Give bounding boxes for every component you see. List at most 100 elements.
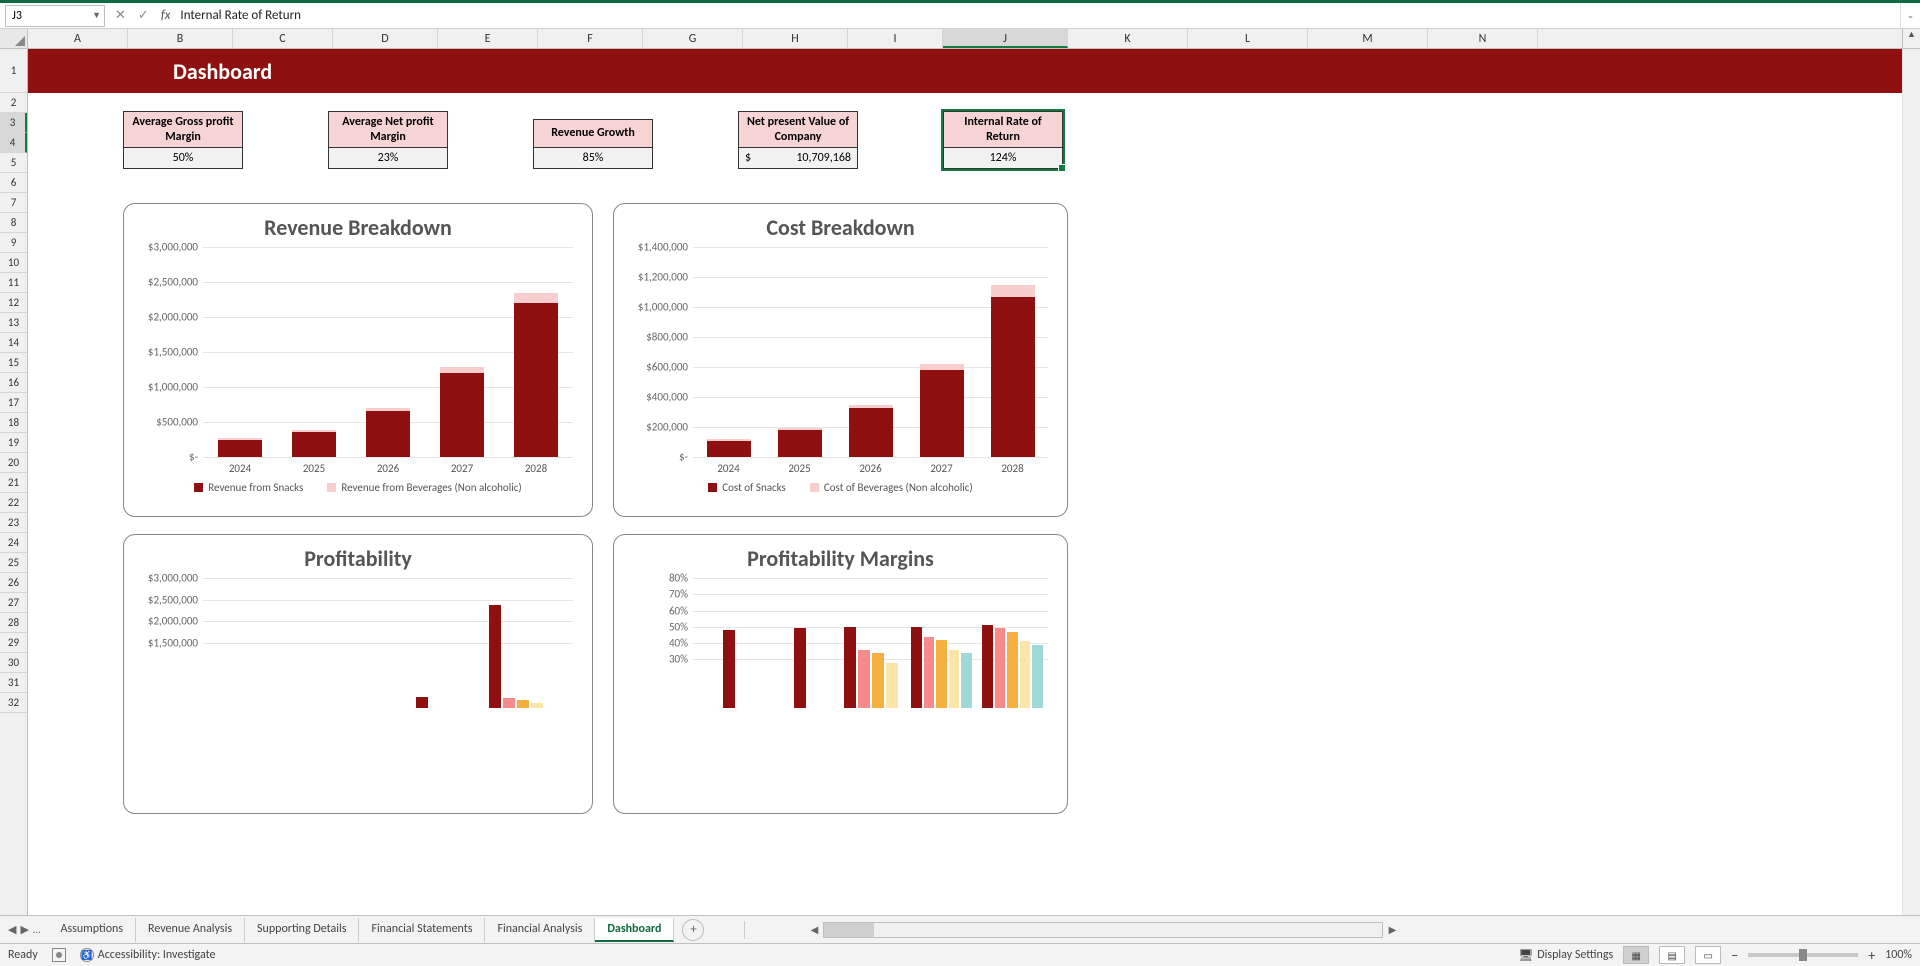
add-sheet-button[interactable]: + (682, 919, 704, 941)
view-page-layout-button[interactable]: ▤ (1659, 946, 1685, 964)
column-header-A[interactable]: A (28, 29, 128, 48)
row-header-12[interactable]: 12 (0, 293, 27, 313)
sheet-tabs-bar: ◀ ▶ … AssumptionsRevenue AnalysisSupport… (0, 915, 1920, 943)
worksheet-area[interactable]: Dashboard Average Gross profit Margin 50… (28, 49, 1902, 915)
view-normal-button[interactable]: ▦ (1623, 946, 1649, 964)
chart-cost-breakdown[interactable]: Cost Breakdown $-$200,000$400,000$600,00… (613, 203, 1068, 517)
chart-profitability-margins[interactable]: Profitability Margins 30%40%50%60%70%80% (613, 534, 1068, 814)
column-header-D[interactable]: D (333, 29, 438, 48)
kpi-label: Average Net profit Margin (329, 112, 447, 148)
accessibility-status[interactable]: Accessibility: Investigate (98, 948, 216, 962)
column-header-E[interactable]: E (438, 29, 538, 48)
confirm-icon[interactable]: ✓ (138, 8, 149, 23)
hscroll-right-icon[interactable]: ▶ (1383, 923, 1401, 936)
sheet-tab[interactable]: Dashboard (595, 918, 674, 942)
column-header-J[interactable]: J (943, 29, 1068, 48)
row-header-24[interactable]: 24 (0, 533, 27, 553)
row-header-29[interactable]: 29 (0, 633, 27, 653)
zoom-in-button[interactable]: + (1868, 947, 1875, 964)
accessibility-icon[interactable]: ♿ (80, 948, 94, 962)
tab-next-icon[interactable]: ▶ (20, 923, 28, 936)
row-header-21[interactable]: 21 (0, 473, 27, 493)
column-header-L[interactable]: L (1188, 29, 1308, 48)
name-box-dropdown-icon[interactable]: ▼ (92, 10, 101, 21)
column-header-F[interactable]: F (538, 29, 643, 48)
row-header-25[interactable]: 25 (0, 553, 27, 573)
chart-title: Revenue Breakdown (138, 214, 578, 241)
column-header-I[interactable]: I (848, 29, 943, 48)
row-header-18[interactable]: 18 (0, 413, 27, 433)
kpi-value: 50% (124, 148, 242, 168)
row-header-28[interactable]: 28 (0, 613, 27, 633)
row-header-32[interactable]: 32 (0, 693, 27, 713)
row-header-7[interactable]: 7 (0, 193, 27, 213)
kpi-label: Revenue Growth (534, 120, 652, 148)
zoom-level[interactable]: 100% (1885, 948, 1912, 962)
vertical-scrollbar[interactable] (1902, 49, 1920, 915)
row-header-2[interactable]: 2 (0, 93, 27, 113)
row-header-30[interactable]: 30 (0, 653, 27, 673)
column-header-B[interactable]: B (128, 29, 233, 48)
column-headers: ABCDEFGHIJKLMN ▲ (0, 29, 1920, 49)
column-header-N[interactable]: N (1428, 29, 1538, 48)
macro-record-icon[interactable] (52, 948, 66, 962)
name-box[interactable]: J3 ▼ (5, 5, 105, 27)
fx-icon[interactable]: fx (161, 8, 171, 23)
chart-plot-area: 30%40%50%60%70%80% (693, 578, 1048, 708)
row-header-31[interactable]: 31 (0, 673, 27, 693)
view-page-break-button[interactable]: ▭ (1695, 946, 1721, 964)
row-header-17[interactable]: 17 (0, 393, 27, 413)
kpi-gross-margin: Average Gross profit Margin 50% (123, 111, 243, 169)
sheet-tab[interactable]: Assumptions (49, 918, 136, 942)
select-all-corner[interactable] (0, 29, 28, 48)
formula-controls: ✕ ✓ fx (115, 8, 170, 23)
column-header-C[interactable]: C (233, 29, 333, 48)
row-header-19[interactable]: 19 (0, 433, 27, 453)
row-header-5[interactable]: 5 (0, 153, 27, 173)
tab-nav: ◀ ▶ … (0, 923, 49, 936)
display-settings-label[interactable]: Display Settings (1537, 948, 1613, 962)
scroll-up-icon[interactable]: ▲ (1903, 29, 1920, 40)
column-header-H[interactable]: H (743, 29, 848, 48)
row-header-6[interactable]: 6 (0, 173, 27, 193)
row-header-15[interactable]: 15 (0, 353, 27, 373)
sheet-tab[interactable]: Revenue Analysis (136, 918, 245, 942)
column-header-G[interactable]: G (643, 29, 743, 48)
formula-input[interactable]: Internal Rate of Return (170, 8, 1900, 23)
row-header-22[interactable]: 22 (0, 493, 27, 513)
row-header-4[interactable]: 4 (0, 133, 27, 153)
sheet-tab[interactable]: Supporting Details (245, 918, 359, 942)
sheet-tab[interactable]: Financial Analysis (485, 918, 595, 942)
sheet-tab[interactable]: Financial Statements (359, 918, 485, 942)
tab-more-icon[interactable]: … (33, 923, 41, 936)
row-header-27[interactable]: 27 (0, 593, 27, 613)
horizontal-scrollbar[interactable] (823, 922, 1383, 938)
row-header-8[interactable]: 8 (0, 213, 27, 233)
zoom-slider[interactable] (1748, 953, 1858, 957)
formula-bar-expand-icon[interactable]: ⌄ (1900, 3, 1920, 28)
kpi-npv: Net present Value of Company $ 10,709,16… (738, 111, 858, 169)
row-header-9[interactable]: 9 (0, 233, 27, 253)
chart-profitability[interactable]: Profitability $1,500,000$2,000,000$2,500… (123, 534, 593, 814)
chart-revenue-breakdown[interactable]: Revenue Breakdown $-$500,000$1,000,000$1… (123, 203, 593, 517)
row-header-1[interactable]: 1 (0, 49, 27, 93)
cancel-icon[interactable]: ✕ (115, 8, 126, 23)
hscroll-left-icon[interactable]: ◀ (805, 923, 823, 936)
row-header-23[interactable]: 23 (0, 513, 27, 533)
row-header-14[interactable]: 14 (0, 333, 27, 353)
row-header-3[interactable]: 3 (0, 113, 27, 133)
zoom-out-button[interactable]: − (1731, 947, 1738, 964)
row-header-10[interactable]: 10 (0, 253, 27, 273)
row-header-13[interactable]: 13 (0, 313, 27, 333)
tab-prev-icon[interactable]: ◀ (8, 923, 16, 936)
row-header-11[interactable]: 11 (0, 273, 27, 293)
row-header-26[interactable]: 26 (0, 573, 27, 593)
column-header-M[interactable]: M (1308, 29, 1428, 48)
display-settings-icon[interactable]: 🖥 (1518, 948, 1533, 963)
kpi-irr[interactable]: Internal Rate of Return 124% (943, 111, 1063, 169)
row-header-16[interactable]: 16 (0, 373, 27, 393)
row-header-20[interactable]: 20 (0, 453, 27, 473)
chart-title: Cost Breakdown (628, 214, 1053, 241)
column-header-K[interactable]: K (1068, 29, 1188, 48)
kpi-label: Internal Rate of Return (944, 112, 1062, 148)
